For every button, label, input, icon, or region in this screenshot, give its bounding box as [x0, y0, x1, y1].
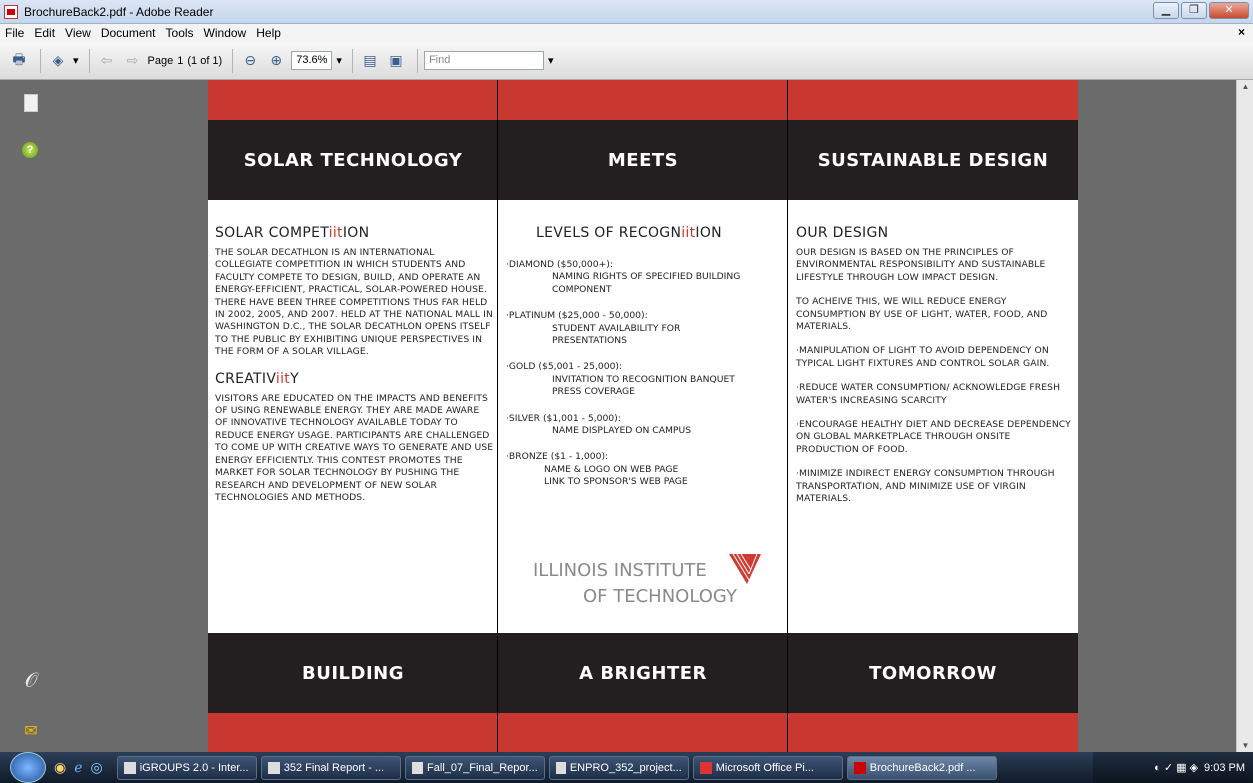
footer-building: BUILDING [302, 662, 404, 684]
menu-help[interactable]: Help [251, 26, 286, 40]
level-bronze: ·Bronze ($1 - 1,000): Name & logo on web… [506, 451, 688, 488]
our-design-heading: OUR DESIGN [796, 225, 889, 241]
taskbar-item-brochure[interactable]: BrochureBack2.pdf ... [846, 755, 997, 780]
window-controls: ▁ ❐ ✕ [1153, 2, 1249, 19]
word-icon [267, 761, 280, 774]
taskbar-item-igroups[interactable]: iGROUPS 2.0 - Inter... [116, 755, 257, 780]
design-paragraph: Our design is based on the principles of… [796, 247, 1046, 283]
iit-logo-mark-icon [729, 553, 761, 584]
find-input[interactable]: Find [423, 51, 544, 70]
menu-tools[interactable]: Tools [161, 26, 199, 40]
clock[interactable]: 9:03 PM [1204, 762, 1245, 774]
page-label: Page [147, 54, 174, 67]
firefox-icon[interactable]: ◉ [54, 759, 66, 776]
solar-competition-heading: SOLAR COMPETiitION [215, 225, 370, 241]
tray-icons[interactable]: ◐ ✓ ▦ ◈ [1154, 761, 1198, 774]
toolbar-separator [232, 48, 234, 73]
solar-competition-column: SOLAR COMPETiitION The Solar Decathlon i… [215, 225, 495, 504]
minimize-button[interactable]: ▁ [1153, 2, 1179, 19]
scroll-down-icon[interactable]: ▼ [1237, 741, 1253, 750]
zoom-field[interactable]: 73.6% [291, 51, 333, 70]
toolbar-separator [88, 48, 90, 73]
level-diamond: ·Diamond ($50,000+): Naming rights of sp… [506, 259, 741, 295]
solar-competition-text: The Solar Decathlon is an international … [215, 247, 493, 358]
logo-line-2: OF TECHNOLOGY [583, 586, 737, 607]
vertical-scrollbar[interactable]: ▲ ▼ [1236, 80, 1253, 752]
help-icon[interactable]: ? [22, 142, 38, 158]
maximize-button[interactable]: ❐ [1181, 2, 1207, 19]
word-icon [411, 761, 424, 774]
taskbar-item-office-picture[interactable]: Microsoft Office Pi... [692, 755, 843, 780]
navigation-panel: ? 𝒪 ✉ [0, 80, 78, 752]
logo-line-1: ILLINOIS INSTITUTE [533, 560, 707, 581]
header-meets: MEETS [607, 149, 679, 171]
header-solar-technology: SOLAR TECHNOLOGY [243, 149, 463, 171]
menu-view[interactable]: View [60, 26, 96, 40]
levels-heading: LEVELS OF RECOGNiitION [536, 225, 722, 241]
level-silver: ·Silver ($1,001 - 5,000): Name displayed… [506, 412, 692, 437]
word-icon [555, 761, 566, 774]
toolbar: 🖶 ◈ ▾ ⇦ ⇨ Page 1 (1 of 1) ⊖ ⊕ 73.6% ▾ ▤ … [0, 42, 1253, 80]
next-page-icon[interactable]: ⇨ [122, 50, 144, 72]
header-sustainable-design: SUSTAINABLE DESIGN [817, 149, 1049, 171]
menu-window[interactable]: Window [199, 26, 252, 40]
design-paragraph: ·Reduce water consumption/ acknowledge f… [796, 382, 1061, 406]
levels-of-recognition-column: LEVELS OF RECOGNiitION ·Diamond ($50,000… [506, 225, 786, 489]
collaborate-icon[interactable]: ◈ [47, 50, 69, 72]
fit-width-icon[interactable]: ▤ [359, 50, 381, 72]
creativity-text: Visitors are educated on the impacts and… [215, 392, 494, 503]
iit-logo: ILLINOIS INSTITUTE OF TECHNOLOGY [533, 550, 763, 620]
start-button[interactable] [10, 752, 46, 783]
dropdown-arrow-icon[interactable]: ▾ [73, 54, 79, 67]
office-picture-icon [699, 761, 712, 774]
top-red-band [208, 80, 1078, 120]
ie-icon [123, 761, 136, 774]
level-platinum: ·Platinum ($25,000 - 50,000): Student Av… [506, 310, 681, 347]
find-dropdown-icon[interactable]: ▾ [548, 54, 554, 67]
menu-bar: File Edit View Document Tools Window Hel… [0, 24, 1253, 42]
bottom-red-band [208, 713, 1078, 752]
previous-page-icon[interactable]: ⇦ [96, 50, 118, 72]
menu-file[interactable]: File [0, 26, 29, 40]
menu-document[interactable]: Document [96, 26, 161, 40]
close-button[interactable]: ✕ [1209, 2, 1249, 19]
scroll-up-icon[interactable]: ▲ [1237, 82, 1253, 91]
comments-icon[interactable]: ✉ [22, 722, 40, 740]
fit-page-icon[interactable]: ▣ [385, 50, 407, 72]
zoom-in-icon[interactable]: ⊕ [265, 50, 287, 72]
level-gold: ·Gold ($5,001 - 25,000): Invitation to r… [506, 361, 735, 398]
design-paragraph: ·Minimize indirect energy consumption th… [796, 468, 1055, 505]
close-document-button[interactable]: × [1238, 25, 1245, 39]
toolbar-separator [40, 48, 41, 73]
page-number-field[interactable]: 1 [177, 55, 183, 67]
pages-icon[interactable] [24, 94, 38, 112]
design-paragraph: ·Manipulation of light to avoid dependen… [796, 345, 1050, 369]
toolbar-separator [416, 48, 418, 73]
taskbar-item-fall-07[interactable]: Fall_07_Final_Repor... [404, 755, 545, 780]
our-design-column: OUR DESIGN Our design is based on the pr… [796, 225, 1072, 506]
pdf-app-icon [4, 5, 18, 19]
system-tray: ◐ ✓ ▦ ◈ 9:03 PM [1093, 752, 1253, 783]
menu-edit[interactable]: Edit [29, 26, 60, 40]
pdf-icon [853, 761, 866, 774]
taskbar: ◉ ℯ ◎ iGROUPS 2.0 - Inter... 352 Final R… [0, 752, 1253, 783]
page-count: (1 of 1) [187, 54, 223, 67]
creativity-heading: CREATIViitY [215, 370, 299, 387]
pdf-page: SOLAR TECHNOLOGY MEETS SUSTAINABLE DESIG… [208, 80, 1078, 752]
footer-tomorrow: TOMORROW [869, 662, 997, 684]
design-paragraph: ·Encourage healthy diet and decrease dep… [796, 419, 1071, 455]
window-titlebar: BrochureBack2.pdf - Adobe Reader ▁ ❐ ✕ [0, 0, 1253, 24]
zoom-out-icon[interactable]: ⊖ [239, 50, 261, 72]
design-paragraph: To acheive this, we will reduce energy c… [796, 296, 1048, 333]
taskbar-item-enpro[interactable]: ENPRO_352_project... [548, 755, 689, 780]
toolbar-separator [351, 48, 353, 73]
footer-a-brighter: A BRIGHTER [579, 662, 707, 684]
attachments-icon[interactable]: 𝒪 [22, 670, 40, 692]
print-icon[interactable]: 🖶 [8, 50, 30, 72]
media-icon[interactable]: ◎ [91, 759, 103, 776]
zoom-dropdown-icon[interactable]: ▾ [336, 54, 342, 67]
ie-icon[interactable]: ℯ [74, 759, 82, 776]
taskbar-item-352-final-report[interactable]: 352 Final Report - ... [260, 755, 401, 780]
window-title: BrochureBack2.pdf - Adobe Reader [24, 5, 214, 19]
